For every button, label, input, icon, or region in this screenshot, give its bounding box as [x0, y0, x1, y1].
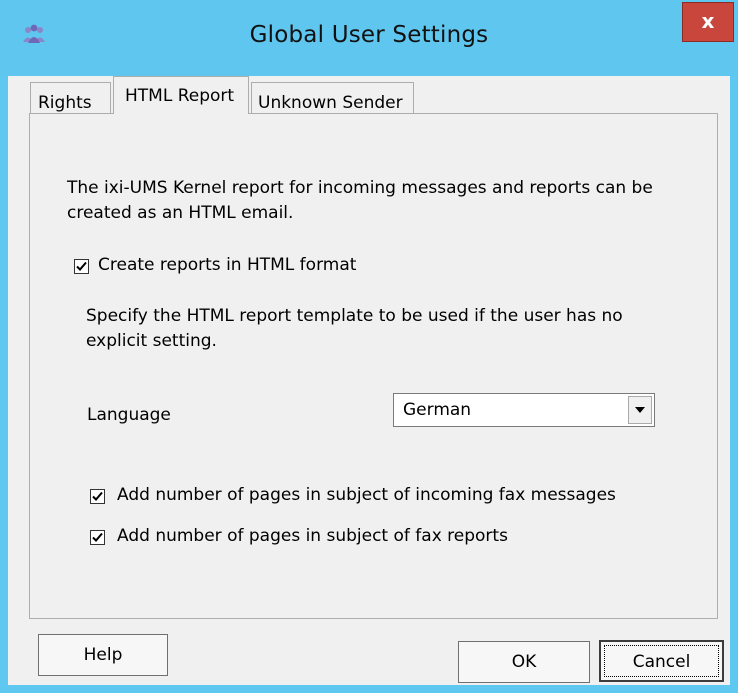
create-reports-label[interactable]: Create reports in HTML format [98, 253, 356, 278]
dialog-window: Global User Settings x Rights HTML Repor… [0, 0, 738, 693]
language-select-value: German [403, 400, 472, 420]
tab-rights-label: Rights [38, 93, 92, 113]
title-bar[interactable]: Global User Settings x [0, 0, 738, 76]
create-reports-checkbox[interactable] [74, 259, 89, 274]
cancel-button[interactable]: Cancel [599, 640, 724, 682]
close-button[interactable]: x [682, 2, 734, 42]
tab-html-report-label: HTML Report [125, 86, 235, 106]
pages-incoming-checkbox[interactable] [90, 489, 105, 504]
window-title: Global User Settings [249, 22, 489, 48]
checkmark-icon [76, 261, 87, 271]
tab-html-report[interactable]: HTML Report [113, 76, 249, 114]
tab-unknown-sender-label: Unknown Sender [258, 93, 403, 113]
checkmark-icon [92, 491, 103, 501]
checkmark-icon [92, 532, 103, 542]
template-hint-line2: explicit setting. [86, 331, 217, 351]
chevron-down-icon [635, 407, 645, 413]
pages-reports-label[interactable]: Add number of pages in subject of fax re… [117, 524, 508, 549]
ok-button[interactable]: OK [458, 641, 590, 683]
focus-rectangle [604, 645, 719, 677]
report-description-line1: The ixi-UMS Kernel report for incoming m… [67, 178, 653, 198]
pages-incoming-label[interactable]: Add number of pages in subject of incomi… [117, 483, 616, 508]
language-dropdown-button[interactable] [628, 396, 652, 424]
language-select[interactable]: German [393, 393, 655, 427]
tab-panel-html-report: The ixi-UMS Kernel report for incoming m… [29, 113, 718, 619]
language-label: Language [87, 405, 171, 425]
help-button[interactable]: Help [38, 634, 168, 676]
template-hint-line1: Specify the HTML report template to be u… [86, 306, 623, 326]
pages-reports-checkbox[interactable] [90, 530, 105, 545]
report-description-line2: created as an HTML email. [67, 203, 294, 223]
